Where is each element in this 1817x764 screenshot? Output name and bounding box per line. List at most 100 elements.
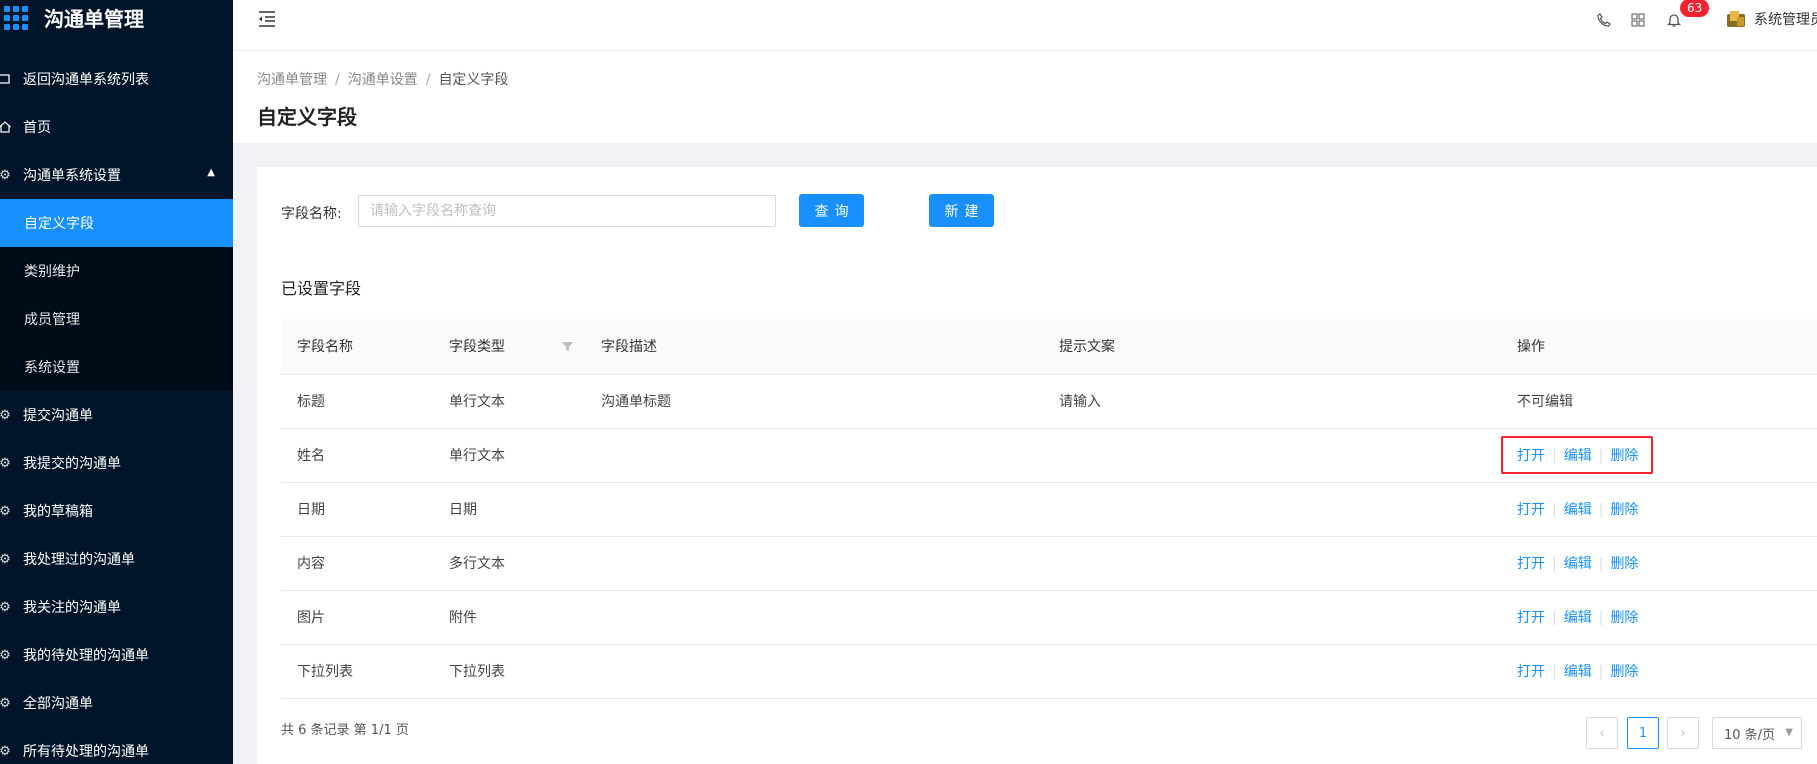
cell-desc <box>585 428 1043 483</box>
open-link[interactable]: 打开 <box>1517 664 1545 680</box>
cell-actions: 打开 | 编辑 | 删除 <box>1501 644 1817 699</box>
sidebar-item-my-submitted[interactable]: ⚙ 我提交的沟通单 <box>0 439 233 487</box>
gear-icon: ⚙ <box>0 647 11 663</box>
breadcrumb-item[interactable]: 沟通单设置 <box>348 72 418 88</box>
table-row: 标题 单行文本 沟通单标题 请输入 不可编辑 <box>281 374 1817 429</box>
gear-icon: ⚙ <box>0 455 11 471</box>
sidebar-item-my-pending[interactable]: ⚙ 我的待处理的沟通单 <box>0 631 233 679</box>
sidebar-item-back[interactable]: 返回沟通单系统列表 <box>0 55 233 103</box>
search-button[interactable]: 查询 <box>799 194 864 227</box>
sidebar-item-drafts[interactable]: ⚙ 我的草稿箱 <box>0 487 233 535</box>
column-header-type: 字段类型 <box>433 319 585 375</box>
sidebar-item-members[interactable]: 成员管理 <box>0 295 233 343</box>
top-header: 63 系统管理员 <box>233 0 1817 51</box>
delete-link[interactable]: 删除 <box>1610 664 1638 680</box>
menu-fold-icon[interactable] <box>257 10 277 28</box>
next-page-button[interactable]: › <box>1667 717 1699 749</box>
column-header-label: 字段类型 <box>449 339 505 356</box>
breadcrumb-separator: / <box>335 72 340 88</box>
cell-hint <box>1043 428 1501 483</box>
sidebar-item-label: 提交沟通单 <box>23 408 93 424</box>
sidebar-item-processed[interactable]: ⚙ 我处理过的沟通单 <box>0 535 233 583</box>
breadcrumb: 沟通单管理 / 沟通单设置 / 自定义字段 <box>257 69 508 89</box>
back-icon <box>0 72 12 86</box>
chevron-down-icon: ▼ <box>1785 727 1793 738</box>
page-size-value: 10 条/页 <box>1724 727 1776 743</box>
home-icon <box>0 120 12 134</box>
gear-icon: ⚙ <box>0 599 11 615</box>
cell-type: 日期 <box>433 482 585 537</box>
breadcrumb-item[interactable]: 沟通单管理 <box>257 72 327 88</box>
gear-icon: ⚙ <box>0 743 11 759</box>
divider: | <box>1552 610 1557 626</box>
apps-icon[interactable] <box>1630 12 1646 28</box>
section-title: 已设置字段 <box>281 279 362 298</box>
cell-actions: 打开 | 编辑 | 删除 <box>1501 482 1817 537</box>
sidebar-item-custom-fields[interactable]: 自定义字段 <box>0 199 233 247</box>
divider: | <box>1552 502 1557 518</box>
sidebar-item-settings[interactable]: 系统设置 <box>0 343 233 391</box>
new-button[interactable]: 新建 <box>929 194 994 227</box>
field-name-search-input[interactable] <box>358 195 776 227</box>
cell-desc: 沟通单标题 <box>585 374 1043 429</box>
cell-hint: 请输入 <box>1043 374 1501 429</box>
divider: | <box>1598 448 1604 464</box>
pagination-summary: 共 6 条记录 第 1/1 页 <box>281 723 409 738</box>
sidebar-item-all[interactable]: ⚙ 全部沟通单 <box>0 679 233 727</box>
chevron-left-icon: ‹ <box>1599 725 1605 741</box>
divider: | <box>1598 502 1604 518</box>
column-header-actions: 操作 <box>1501 319 1817 375</box>
edit-link[interactable]: 编辑 <box>1564 448 1592 464</box>
delete-link[interactable]: 删除 <box>1610 502 1638 518</box>
column-header-name: 字段名称 <box>281 319 433 375</box>
delete-link[interactable]: 删除 <box>1610 610 1638 626</box>
cell-name: 内容 <box>281 536 433 591</box>
cell-type: 附件 <box>433 590 585 645</box>
highlight-box: 打开 | 编辑 | 删除 <box>1501 436 1654 474</box>
phone-icon[interactable] <box>1596 12 1612 28</box>
edit-link[interactable]: 编辑 <box>1564 556 1592 572</box>
divider: | <box>1552 448 1557 464</box>
sidebar-item-submit[interactable]: ⚙ 提交沟通单 <box>0 391 233 439</box>
cell-desc <box>585 536 1043 591</box>
filter-icon[interactable] <box>562 341 573 352</box>
page-button-current[interactable]: 1 <box>1627 717 1659 749</box>
table-row: 姓名 单行文本 打开 | 编辑 | 删除 <box>281 428 1817 483</box>
sidebar-item-label: 全部沟通单 <box>23 696 93 712</box>
sidebar-item-label: 我的草稿箱 <box>23 504 93 520</box>
notification-badge: 63 <box>1680 0 1710 17</box>
table-row: 日期 日期 打开 | 编辑 | 删除 <box>281 482 1817 537</box>
breadcrumb-current: 自定义字段 <box>438 72 509 88</box>
sidebar-item-all-pending[interactable]: ⚙ 所有待处理的沟通单 <box>0 727 233 764</box>
delete-link[interactable]: 删除 <box>1610 556 1638 572</box>
open-link[interactable]: 打开 <box>1517 448 1545 464</box>
delete-link[interactable]: 删除 <box>1610 448 1638 464</box>
cell-hint <box>1043 482 1501 537</box>
apps-grid-icon <box>4 6 28 30</box>
gear-icon: ⚙ <box>0 503 11 519</box>
edit-link[interactable]: 编辑 <box>1564 502 1592 518</box>
chevron-up-icon: ▲ <box>207 167 215 178</box>
cell-type: 单行文本 <box>433 428 585 483</box>
sidebar-item-label: 首页 <box>23 120 51 136</box>
edit-link[interactable]: 编辑 <box>1564 664 1592 680</box>
sidebar-item-home[interactable]: 首页 <box>0 103 233 151</box>
sidebar-item-label: 我提交的沟通单 <box>23 456 121 472</box>
prev-page-button[interactable]: ‹ <box>1586 717 1618 749</box>
cell-name: 图片 <box>281 590 433 645</box>
open-link[interactable]: 打开 <box>1517 556 1545 572</box>
open-link[interactable]: 打开 <box>1517 502 1545 518</box>
sidebar-item-category[interactable]: 类别维护 <box>0 247 233 295</box>
bell-icon[interactable] <box>1666 12 1682 28</box>
table-row: 下拉列表 下拉列表 打开 | 编辑 | 删除 <box>281 644 1817 699</box>
cell-op-readonly: 不可编辑 <box>1501 374 1817 429</box>
cell-actions: 打开 | 编辑 | 删除 <box>1501 590 1817 645</box>
sidebar-item-followed[interactable]: ⚙ 我关注的沟通单 <box>0 583 233 631</box>
user-menu[interactable]: 系统管理员 <box>1726 9 1817 29</box>
edit-link[interactable]: 编辑 <box>1564 610 1592 626</box>
chevron-right-icon: › <box>1680 725 1686 741</box>
sidebar-item-system-settings[interactable]: ⚙ 沟通单系统设置 ▲ <box>0 151 233 199</box>
page-size-select[interactable]: 10 条/页 ▼ <box>1712 717 1802 749</box>
divider: | <box>1552 664 1557 680</box>
open-link[interactable]: 打开 <box>1517 610 1545 626</box>
